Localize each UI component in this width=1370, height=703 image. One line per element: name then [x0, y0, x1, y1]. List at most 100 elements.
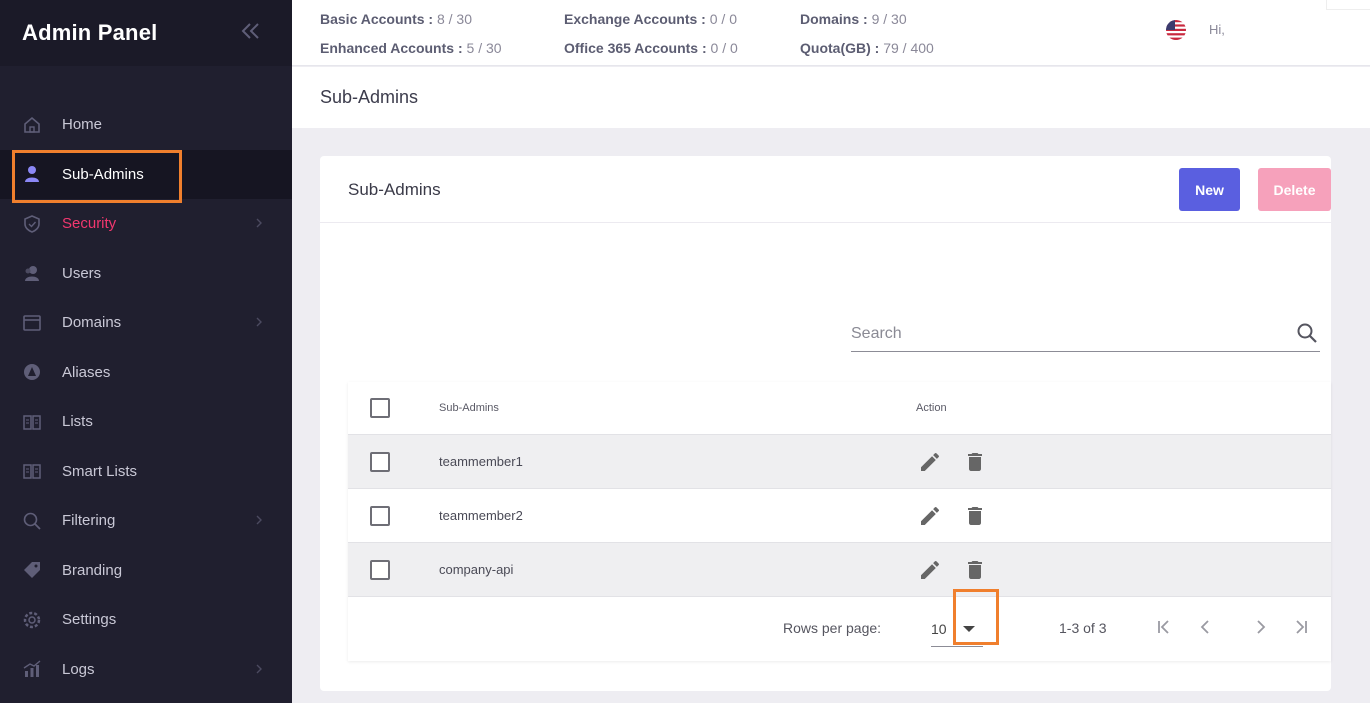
edit-icon[interactable]	[918, 450, 942, 474]
first-page-icon[interactable]	[1154, 617, 1174, 637]
sidebar-item-label: Settings	[62, 611, 117, 629]
stat-value: 5 / 30	[466, 40, 502, 56]
row-checkbox[interactable]	[370, 560, 390, 580]
sub-admins-card: Sub-Admins New Delete Sub-Admins Action …	[320, 156, 1331, 691]
stat-label: Quota(GB) :	[800, 40, 880, 56]
trash-icon[interactable]	[963, 450, 987, 474]
column-header-sub-admins: Sub-Admins	[439, 402, 499, 414]
search-icon	[22, 511, 42, 531]
previous-page-icon[interactable]	[1195, 617, 1215, 637]
sidebar-item-label: Smart Lists	[62, 462, 138, 480]
sidebar-item-label: Lists	[62, 413, 93, 431]
book-icon	[22, 412, 42, 432]
tag-icon	[22, 560, 42, 580]
select-all-checkbox[interactable]	[370, 398, 390, 418]
quota-stat: Quota(GB) : 79 / 400	[800, 40, 934, 56]
sidebar-item-sub-admins[interactable]: Sub-Admins	[0, 149, 292, 199]
page-title: Sub-Admins	[320, 87, 419, 107]
sidebar-item-label: Filtering	[62, 512, 116, 530]
sub-admin-name: teammember2	[439, 508, 523, 523]
enhanced-accounts-stat: Enhanced Accounts : 5 / 30	[320, 40, 502, 56]
column-header-action: Action	[916, 402, 947, 414]
card-header: Sub-Admins New Delete	[320, 156, 1331, 223]
sidebar-item-label: Domains	[62, 314, 122, 332]
sidebar-item-settings[interactable]: Settings	[0, 595, 292, 645]
sidebar-item-branding[interactable]: Branding	[0, 546, 292, 596]
trash-icon[interactable]	[963, 504, 987, 528]
shield-icon	[22, 214, 42, 234]
stat-label: Exchange Accounts :	[564, 11, 706, 27]
stat-value: 79 / 400	[883, 40, 934, 56]
sidebar-item-home[interactable]: Home	[0, 100, 292, 150]
sub-admins-table: Sub-Admins Action teammember1 teammember…	[348, 382, 1331, 661]
sidebar-nav: Home Sub-Admins Security Users Domains A…	[0, 100, 292, 694]
table-header-row: Sub-Admins Action	[348, 382, 1331, 435]
stat-value: 8 / 30	[436, 11, 472, 27]
stat-value: 0 / 0	[710, 40, 738, 56]
stat-value: 9 / 30	[871, 11, 907, 27]
stat-label: Domains :	[800, 11, 868, 27]
exchange-accounts-stat: Exchange Accounts : 0 / 0	[564, 11, 737, 27]
search-icon[interactable]	[1296, 322, 1318, 344]
search-input[interactable]	[851, 322, 1281, 346]
sidebar: Admin Panel Home Sub-Admins Security Use…	[0, 0, 292, 703]
sidebar-item-label: Users	[62, 264, 102, 282]
sidebar-item-lists[interactable]: Lists	[0, 397, 292, 447]
us-flag-icon[interactable]	[1166, 20, 1186, 40]
chevron-right-icon	[256, 664, 262, 673]
app-title: Admin Panel	[22, 20, 158, 45]
table-row: teammember1	[348, 435, 1331, 489]
sidebar-item-filtering[interactable]: Filtering	[0, 496, 292, 546]
office365-accounts-stat: Office 365 Accounts : 0 / 0	[564, 40, 738, 56]
topbar-corner	[1326, 0, 1370, 10]
rows-per-page-select[interactable]: 10	[931, 611, 983, 647]
next-page-icon[interactable]	[1251, 617, 1271, 637]
page-range: 1-3 of 3	[1059, 620, 1107, 636]
chevron-right-icon	[256, 218, 262, 228]
sidebar-item-security[interactable]: Security	[0, 199, 292, 249]
stat-label: Enhanced Accounts :	[320, 40, 463, 56]
delete-button[interactable]: Delete	[1258, 168, 1331, 211]
sidebar-item-label: Sub-Admins	[62, 165, 144, 183]
chevron-right-icon	[256, 515, 262, 525]
users-icon	[22, 263, 42, 283]
sidebar-item-logs[interactable]: Logs	[0, 645, 292, 695]
sub-admin-name: company-api	[439, 562, 514, 577]
edit-icon[interactable]	[918, 558, 942, 582]
page-header: Sub-Admins	[292, 67, 1370, 128]
sidebar-item-label: Logs	[62, 660, 95, 678]
card-title: Sub-Admins	[348, 180, 441, 199]
top-bar: Basic Accounts : 8 / 30 Enhanced Account…	[292, 0, 1370, 66]
search-field	[851, 316, 1320, 352]
sidebar-item-users[interactable]: Users	[0, 249, 292, 299]
edit-icon[interactable]	[918, 504, 942, 528]
sidebar-item-label: Security	[62, 215, 117, 233]
table-row: teammember2	[348, 489, 1331, 543]
table-row: company-api	[348, 543, 1331, 597]
trash-icon[interactable]	[963, 558, 987, 582]
browser-window-icon	[22, 313, 42, 333]
row-checkbox[interactable]	[370, 506, 390, 526]
book-icon	[22, 461, 42, 481]
basic-accounts-stat: Basic Accounts : 8 / 30	[320, 11, 472, 27]
greeting: Hi,	[1209, 22, 1225, 37]
sidebar-item-smart-lists[interactable]: Smart Lists	[0, 447, 292, 497]
sidebar-item-label: Branding	[62, 561, 123, 579]
sidebar-header: Admin Panel	[0, 0, 292, 66]
caret-down-icon	[963, 626, 975, 632]
sidebar-item-domains[interactable]: Domains	[0, 298, 292, 348]
sidebar-item-label: Aliases	[62, 363, 111, 381]
collapse-sidebar-icon[interactable]	[238, 18, 264, 44]
home-icon	[22, 115, 42, 135]
row-checkbox[interactable]	[370, 452, 390, 472]
stat-value: 0 / 0	[709, 11, 737, 27]
stat-label: Office 365 Accounts :	[564, 40, 707, 56]
aliases-icon	[22, 362, 42, 382]
pagination: Rows per page: 10 1-3 of 3	[348, 597, 1331, 661]
gear-icon	[22, 610, 42, 630]
sidebar-item-aliases[interactable]: Aliases	[0, 348, 292, 398]
last-page-icon[interactable]	[1291, 617, 1311, 637]
stat-label: Basic Accounts :	[320, 11, 434, 27]
new-button[interactable]: New	[1179, 168, 1240, 211]
rows-per-page-value: 10	[931, 621, 947, 637]
